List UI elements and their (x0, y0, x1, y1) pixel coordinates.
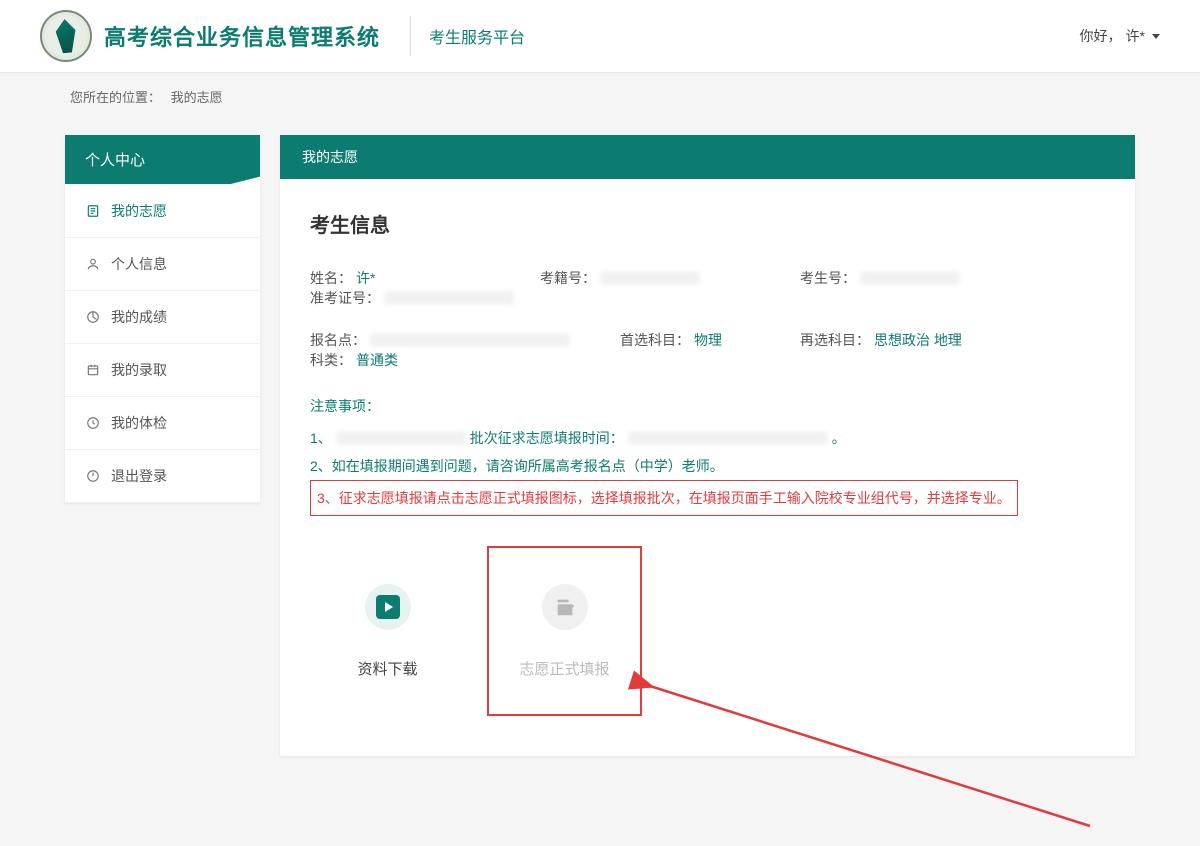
notice-redacted-b (628, 431, 828, 445)
student-id-value-redacted (860, 271, 960, 285)
card-label: 资料下载 (357, 658, 417, 679)
app-header: 高考综合业务信息管理系统 考生服务平台 你好， 许* (0, 0, 1200, 73)
notice-highlight-box: 3、征求志愿填报请点击志愿正式填报图标，选择填报批次，在填报页面手工输入院校专业… (310, 480, 1018, 516)
info-row-1: 姓名： 许* 考籍号： 考生号： 准考证号： (310, 268, 1105, 308)
form-icon (85, 203, 101, 219)
sidebar-item-my-grades[interactable]: 我的成绩 (65, 291, 260, 344)
power-icon (85, 468, 101, 484)
chart-icon (85, 309, 101, 325)
user-name: 许* (1126, 26, 1145, 46)
category-value: 普通类 (356, 350, 398, 370)
secondary-subj-label: 再选科目： (800, 330, 870, 350)
notice-title: 注意事项： (310, 392, 1105, 420)
admit-value-redacted (384, 291, 514, 305)
admit-label: 准考证号： (310, 288, 380, 308)
greeting-prefix: 你好， (1080, 26, 1122, 46)
category-label: 科类： (310, 350, 352, 370)
primary-subj-value: 物理 (694, 330, 722, 350)
sidebar-item-my-physical[interactable]: 我的体检 (65, 397, 260, 450)
card-download[interactable]: 资料下载 (310, 546, 465, 716)
logo-wrap: 高考综合业务信息管理系统 (40, 10, 380, 62)
secondary-subj-value: 思想政治 地理 (874, 330, 962, 350)
sidebar: 个人中心 我的志愿 个人信息 我的成绩 我的录取 (65, 135, 260, 503)
notice-line-1: 1、 批次征求志愿填报时间： 。 (310, 424, 1105, 452)
notice-redacted-a (336, 431, 466, 445)
system-title: 高考综合业务信息管理系统 (104, 20, 380, 52)
clock-icon (85, 415, 101, 431)
exam-reg-label: 考籍号： (540, 268, 596, 288)
person-icon (85, 256, 101, 272)
sidebar-item-logout[interactable]: 退出登录 (65, 450, 260, 503)
regpoint-value-redacted (370, 333, 570, 347)
card-label: 志愿正式填报 (519, 658, 609, 679)
sidebar-item-my-application[interactable]: 我的志愿 (65, 185, 260, 238)
sidebar-header: 个人中心 (65, 135, 260, 184)
logo-icon (40, 10, 92, 62)
play-icon (365, 584, 411, 630)
user-greeting[interactable]: 你好， 许* (1080, 26, 1160, 46)
sidebar-item-personal-info[interactable]: 个人信息 (65, 238, 260, 291)
cards-row: 资料下载 志愿正式填报 (310, 546, 1105, 716)
calendar-icon (85, 362, 101, 378)
name-value: 许* (356, 268, 375, 288)
chevron-down-icon (1152, 34, 1160, 39)
info-row-2: 报名点： 首选科目： 物理 再选科目： 思想政治 地理 科类： 普通类 (310, 330, 1105, 370)
student-id-label: 考生号： (800, 268, 856, 288)
regpoint-label: 报名点： (310, 330, 366, 350)
platform-tab[interactable]: 考生服务平台 (410, 16, 543, 56)
section-title: 考生信息 (310, 209, 1105, 238)
sidebar-item-label: 我的录取 (111, 360, 167, 380)
name-label: 姓名： (310, 268, 352, 288)
sidebar-item-label: 我的成绩 (111, 307, 167, 327)
breadcrumb-current: 我的志愿 (171, 90, 223, 105)
card-formal-apply[interactable]: 志愿正式填报 (487, 546, 642, 716)
sidebar-item-label: 我的志愿 (111, 201, 167, 221)
main-header: 我的志愿 (280, 135, 1135, 179)
sidebar-item-label: 退出登录 (111, 466, 167, 486)
sidebar-item-label: 我的体检 (111, 413, 167, 433)
exam-reg-value-redacted (600, 271, 700, 285)
breadcrumb: 您所在的位置： 我的志愿 (0, 73, 1200, 120)
notice-block: 注意事项： 1、 批次征求志愿填报时间： 。 2、如在填报期间遇到问题，请咨询所… (310, 392, 1105, 516)
annotation-arrow (590, 666, 1110, 846)
primary-subj-label: 首选科目： (620, 330, 690, 350)
edit-icon (542, 584, 588, 630)
notice-line-2: 2、如在填报期间遇到问题，请咨询所属高考报名点（中学）老师。 (310, 452, 1105, 480)
notice-line-3: 3、征求志愿填报请点击志愿正式填报图标，选择填报批次，在填报页面手工输入院校专业… (317, 484, 1011, 512)
sidebar-item-my-admission[interactable]: 我的录取 (65, 344, 260, 397)
main-panel: 我的志愿 考生信息 姓名： 许* 考籍号： 考生号： 准考证号： (280, 135, 1135, 756)
breadcrumb-label: 您所在的位置： (70, 90, 161, 105)
sidebar-item-label: 个人信息 (111, 254, 167, 274)
